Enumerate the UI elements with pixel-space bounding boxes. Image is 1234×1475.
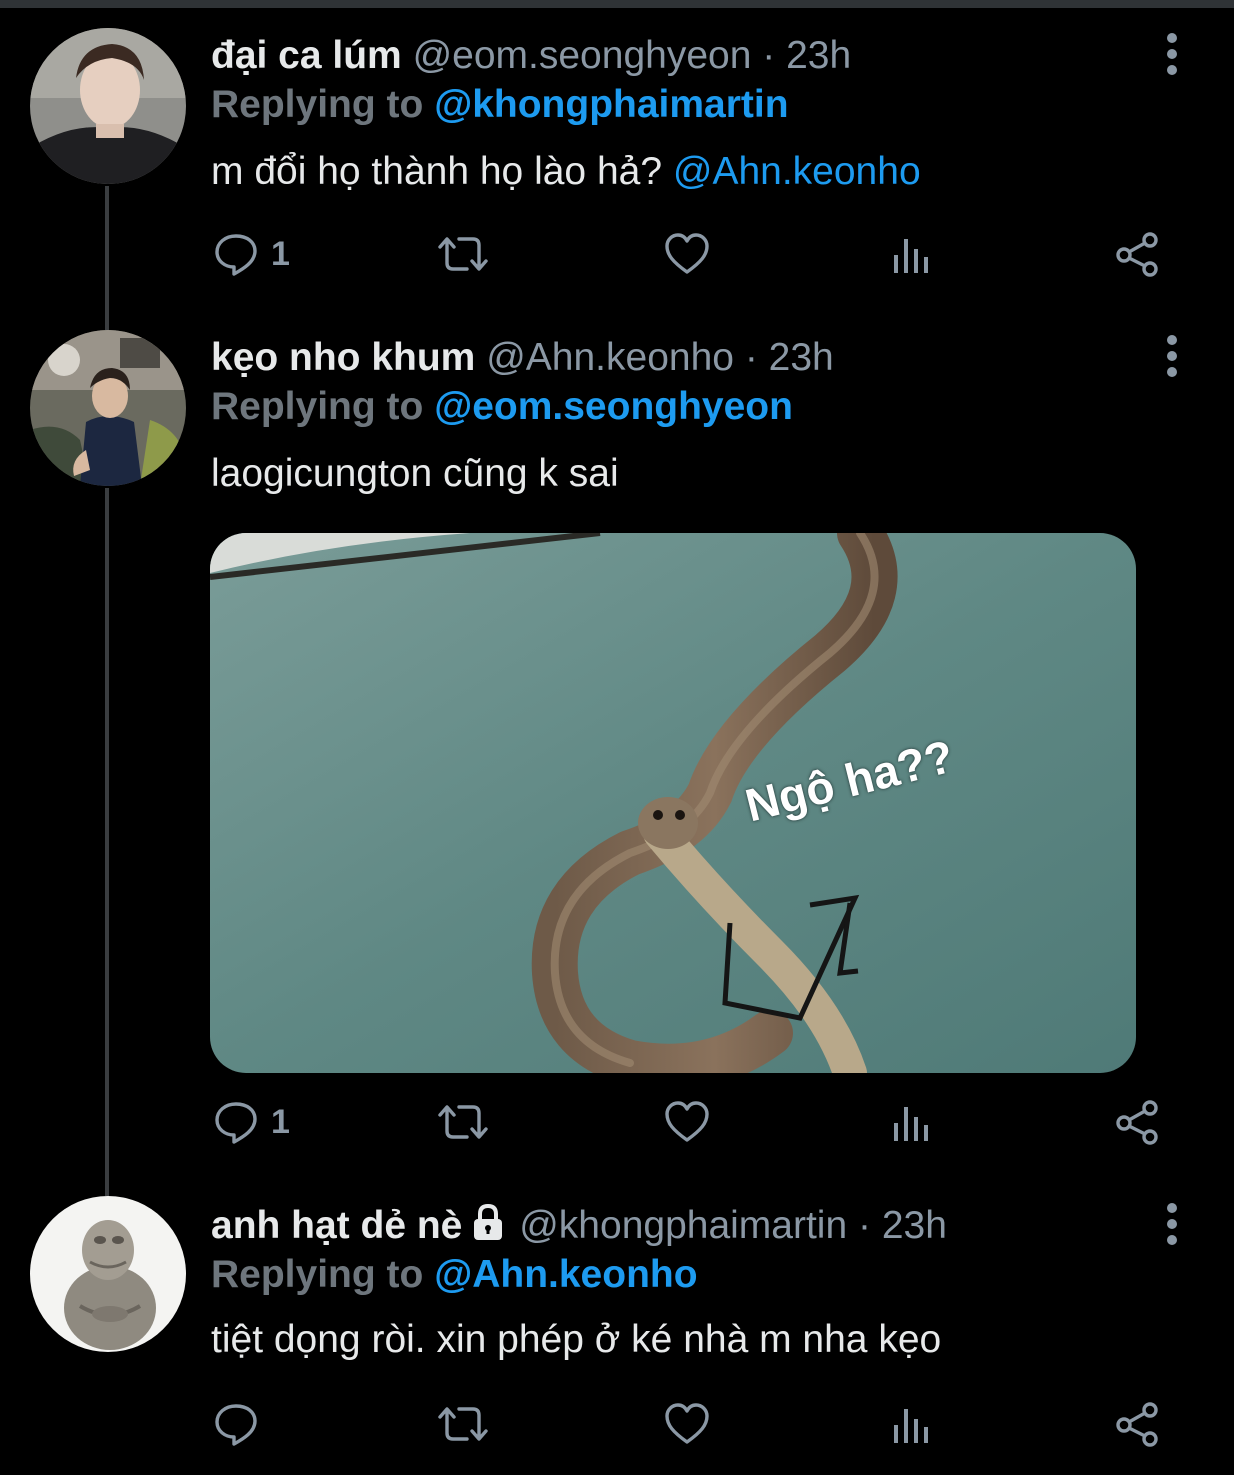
action-bar <box>211 1394 1171 1454</box>
like-button[interactable] <box>663 224 711 284</box>
replying-mention[interactable]: @khongphaimartin <box>434 83 788 126</box>
analytics-button[interactable] <box>891 224 931 284</box>
analytics-button[interactable] <box>891 1394 931 1454</box>
tweet-mention[interactable]: @Ahn.keonho <box>673 150 921 193</box>
tweet-body: laogicungton cũng k sai <box>211 452 619 495</box>
action-bar: 1 <box>211 1092 1171 1152</box>
replying-mention[interactable]: @eom.seonghyeon <box>434 385 793 428</box>
display-name[interactable]: đại ca lúm <box>211 34 402 77</box>
replying-to: Replying to @eom.seonghyeon <box>211 382 793 432</box>
replying-label: Replying to <box>211 1253 424 1296</box>
replying-to: Replying to @Ahn.keonho <box>211 1250 698 1300</box>
reply-count: 1 <box>271 234 290 273</box>
display-name[interactable]: anh hạt dẻ nè <box>211 1204 462 1247</box>
action-bar: 1 <box>211 224 1171 284</box>
like-icon <box>665 1403 709 1444</box>
figure-icon <box>30 1196 186 1352</box>
reply-button[interactable] <box>213 1394 271 1454</box>
tweet-text: laogicungton cũng k sai <box>211 446 619 502</box>
tweet-media-image[interactable] <box>210 533 1136 1073</box>
retweet-button[interactable] <box>437 224 489 284</box>
like-icon <box>665 1101 709 1142</box>
separator: · <box>858 1204 872 1247</box>
share-icon <box>1116 1402 1158 1447</box>
like-button[interactable] <box>663 1092 711 1152</box>
separator: · <box>762 34 776 77</box>
tweet-header: anh hạt dẻ nè @khongphaimartin · 23h <box>211 1198 947 1254</box>
reply-icon <box>215 234 257 276</box>
tweet-text: m đổi họ thành họ lào hả? @Ahn.keonho <box>211 144 921 200</box>
more-options-icon[interactable] <box>1158 1202 1186 1246</box>
like-button[interactable] <box>663 1394 711 1454</box>
share-button[interactable] <box>1113 1092 1161 1152</box>
tweet-header: kẹo nho khum @Ahn.keonho · 23h <box>211 330 834 386</box>
share-button[interactable] <box>1113 1394 1161 1454</box>
replying-label: Replying to <box>211 83 424 126</box>
timestamp[interactable]: 23h <box>769 336 834 379</box>
analytics-icon <box>894 239 928 273</box>
retweet-button[interactable] <box>437 1394 489 1454</box>
snake-photo <box>210 533 1136 1073</box>
retweet-icon <box>438 237 488 271</box>
person-photo-icon <box>30 28 186 184</box>
tweet[interactable]: đại ca lúm @eom.seonghyeon · 23h Replyin… <box>0 28 1234 310</box>
more-options-icon[interactable] <box>1158 334 1186 378</box>
user-handle[interactable]: @khongphaimartin <box>519 1204 847 1247</box>
analytics-icon <box>894 1107 928 1141</box>
analytics-icon <box>894 1409 928 1443</box>
replying-mention[interactable]: @Ahn.keonho <box>434 1253 697 1296</box>
tweet[interactable]: anh hạt dẻ nè @khongphaimartin · 23h Rep… <box>0 1196 1234 1475</box>
tweet-header: đại ca lúm @eom.seonghyeon · 23h <box>211 28 851 84</box>
retweet-icon <box>438 1105 488 1139</box>
analytics-button[interactable] <box>891 1092 931 1152</box>
reply-button[interactable]: 1 <box>213 1092 290 1152</box>
retweet-button[interactable] <box>437 1092 489 1152</box>
timestamp[interactable]: 23h <box>786 34 851 77</box>
top-divider <box>0 0 1234 8</box>
avatar[interactable] <box>30 1196 186 1352</box>
more-options-icon[interactable] <box>1158 32 1186 76</box>
retweet-icon <box>438 1407 488 1441</box>
timestamp[interactable]: 23h <box>882 1204 947 1247</box>
tweet-body: tiệt dọng ròi. xin phép ở ké nhà m nha k… <box>211 1318 942 1361</box>
user-handle[interactable]: @Ahn.keonho <box>486 336 734 379</box>
share-icon <box>1116 232 1158 277</box>
separator: · <box>744 336 758 379</box>
reply-count: 1 <box>271 1102 290 1141</box>
display-name[interactable]: kẹo nho khum <box>211 336 475 379</box>
tweet-body: m đổi họ thành họ lào hả? <box>211 150 663 193</box>
replying-to: Replying to @khongphaimartin <box>211 80 789 130</box>
avatar[interactable] <box>30 28 186 184</box>
user-handle[interactable]: @eom.seonghyeon <box>413 34 752 77</box>
reply-icon <box>215 1102 257 1144</box>
share-icon <box>1116 1100 1158 1145</box>
reply-icon <box>215 1404 257 1446</box>
avatar[interactable] <box>30 330 186 486</box>
share-button[interactable] <box>1113 224 1161 284</box>
replying-label: Replying to <box>211 385 424 428</box>
like-icon <box>665 233 709 274</box>
person-photo-icon <box>30 330 186 486</box>
tweet-text: tiệt dọng ròi. xin phép ở ké nhà m nha k… <box>211 1312 941 1368</box>
reply-button[interactable]: 1 <box>213 224 290 284</box>
